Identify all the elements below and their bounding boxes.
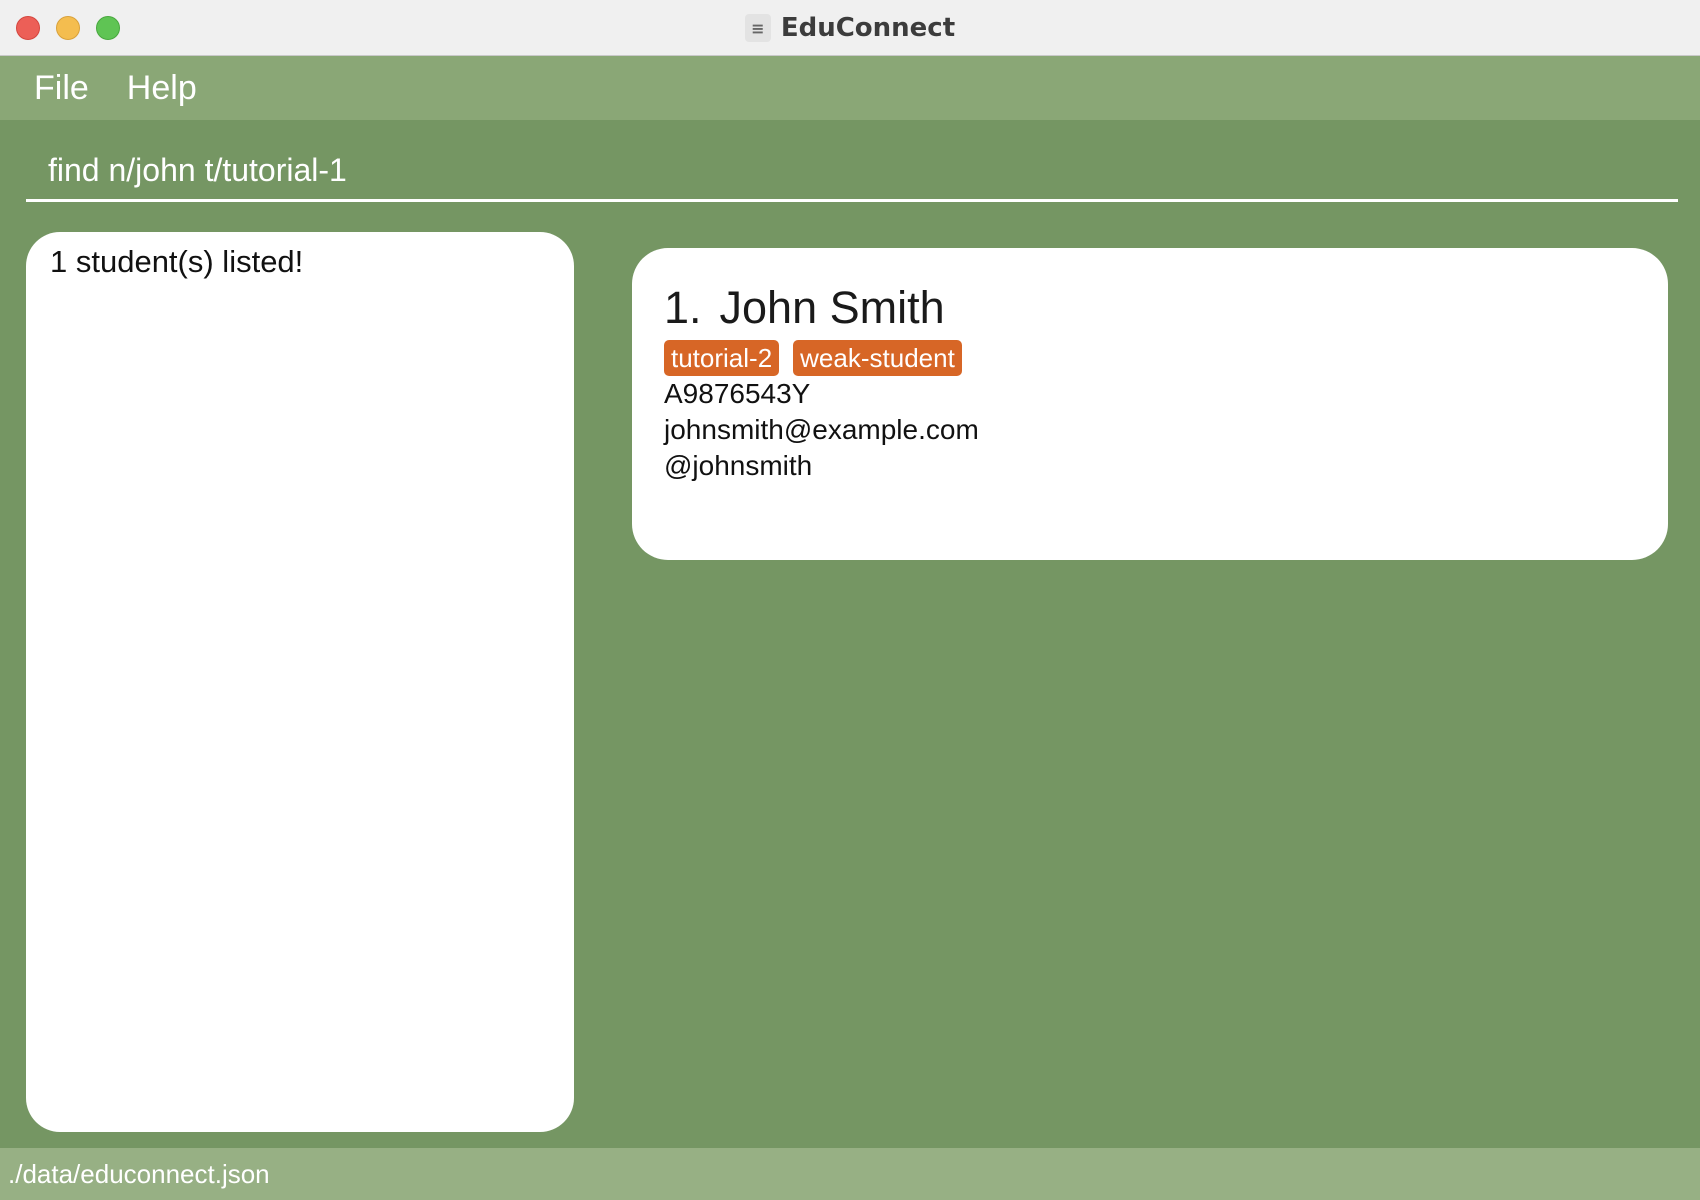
tag-badge: weak-student — [793, 340, 962, 376]
main-area: 1 student(s) listed! 1. John Smith tutori… — [0, 120, 1700, 1148]
app-window: ≡ EduConnect File Help 1 student(s) list… — [0, 0, 1700, 1200]
student-index: 1. — [664, 282, 702, 333]
title-wrap: ≡ EduConnect — [0, 0, 1700, 56]
command-box — [26, 142, 1678, 202]
student-telegram: @johnsmith — [664, 450, 813, 481]
app-icon: ≡ — [744, 14, 771, 42]
command-input[interactable] — [26, 142, 1678, 199]
student-card[interactable]: 1. John Smith tutorial-2 weak-student A98… — [632, 248, 1668, 560]
menu-file[interactable]: File — [34, 69, 89, 108]
window-title: EduConnect — [780, 13, 956, 43]
student-name: John Smith — [719, 282, 945, 333]
student-id: A9876543Y — [664, 378, 811, 409]
result-display[interactable]: 1 student(s) listed! — [26, 232, 574, 1132]
menu-bar: File Help — [0, 56, 1700, 120]
save-file-path: ./data/educonnect.json — [8, 1158, 270, 1189]
menu-help[interactable]: Help — [127, 69, 197, 108]
student-email: johnsmith@example.com — [664, 414, 979, 445]
student-list[interactable]: 1. John Smith tutorial-2 weak-student A98… — [632, 248, 1668, 560]
tag-badge: tutorial-2 — [664, 340, 780, 376]
student-name-row: 1. John Smith — [664, 282, 1668, 334]
status-bar: ./data/educonnect.json — [0, 1148, 1700, 1200]
result-message: 1 student(s) listed! — [50, 244, 304, 279]
student-tags: tutorial-2 weak-student — [664, 340, 1668, 376]
title-bar: ≡ EduConnect — [0, 0, 1700, 56]
